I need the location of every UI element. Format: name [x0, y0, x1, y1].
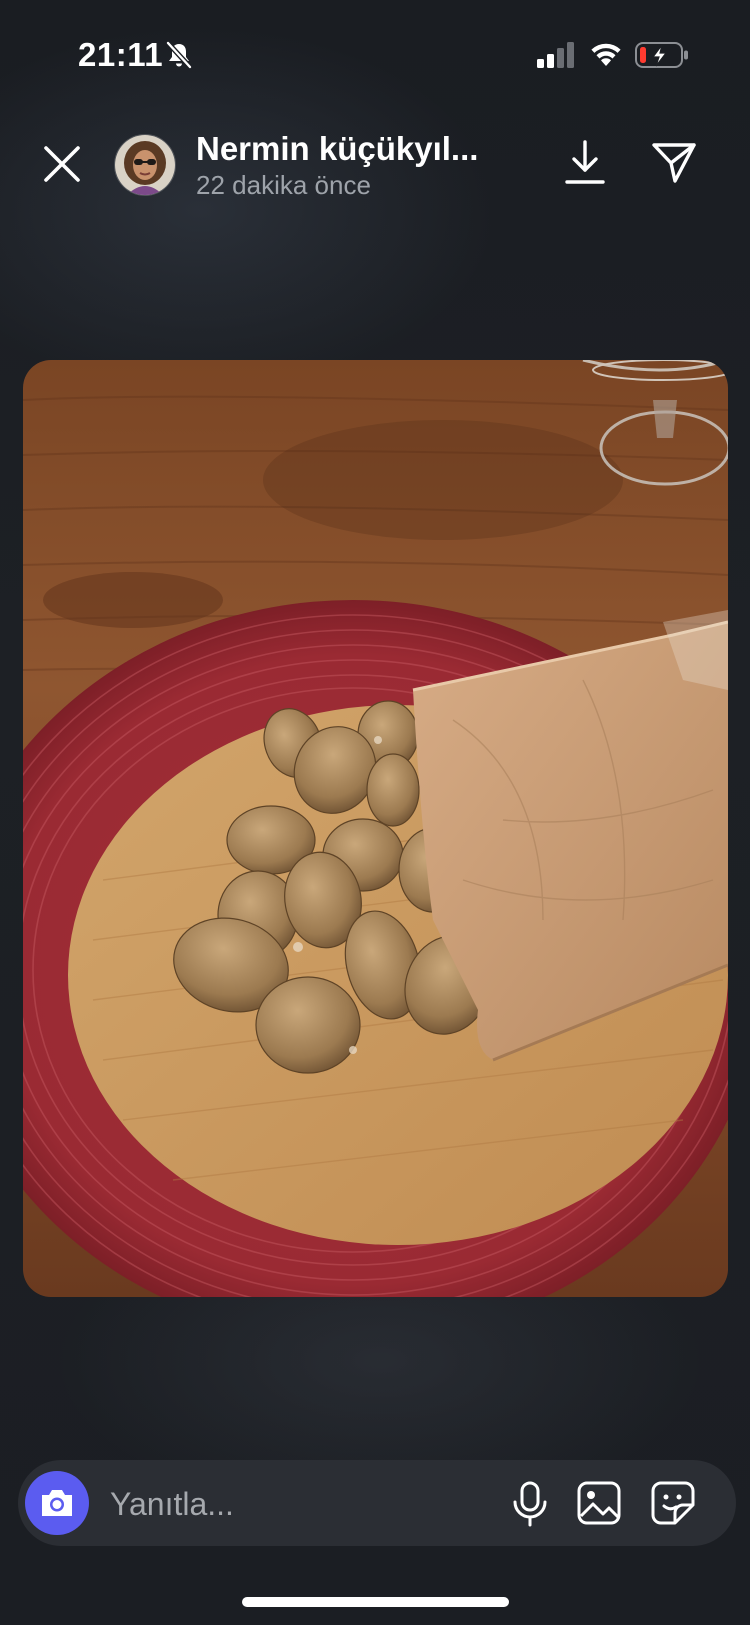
download-icon[interactable]: [563, 138, 607, 188]
story-photo[interactable]: [23, 360, 728, 1297]
sticker-icon[interactable]: [650, 1480, 696, 1526]
microphone-icon[interactable]: [508, 1480, 552, 1528]
gallery-icon[interactable]: [576, 1480, 622, 1526]
reply-input[interactable]: [108, 1476, 452, 1532]
story-timestamp: 22 dakika önce: [196, 170, 371, 200]
camera-button[interactable]: [25, 1471, 89, 1535]
reply-bar: [18, 1460, 736, 1546]
cellular-signal-icon: [537, 42, 574, 68]
close-icon[interactable]: [38, 140, 86, 188]
share-paper-plane-icon[interactable]: [650, 140, 698, 186]
status-time: 21:11: [78, 36, 164, 73]
avatar[interactable]: [114, 134, 176, 196]
home-indicator[interactable]: [242, 1597, 509, 1607]
story-username[interactable]: Nermin küçükyıl...: [196, 130, 478, 168]
status-bar: 21:11: [0, 0, 750, 110]
camera-icon: [42, 1490, 72, 1516]
battery-charging-icon: [635, 42, 688, 68]
story-header: Nermin küçükyıl... 22 dakika önce: [0, 120, 750, 220]
bell-slash-icon: [166, 41, 192, 69]
wifi-icon: [591, 43, 621, 66]
